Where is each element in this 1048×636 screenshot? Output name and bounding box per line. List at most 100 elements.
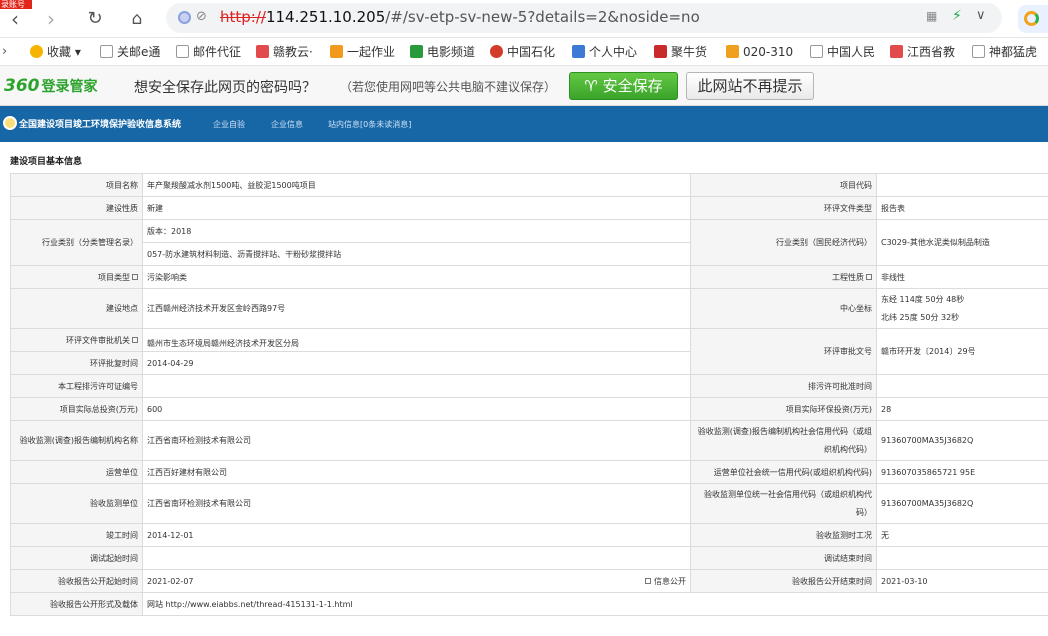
site-info-icon[interactable] xyxy=(178,11,191,24)
bookmark-item[interactable]: 邮件代征 xyxy=(176,42,246,62)
browser-logo-icon[interactable] xyxy=(1018,5,1048,33)
url-host: 114.251.10.205 xyxy=(265,8,386,26)
page-icon xyxy=(972,45,985,58)
permit-no-value xyxy=(142,374,691,398)
home-icon[interactable]: ⌂ xyxy=(126,8,148,30)
address-bar[interactable]: ⊘ http://114.251.10.205/#/sv-etp-sv-new-… xyxy=(166,3,1002,33)
nav-item-self-acceptance[interactable]: 企业自验 xyxy=(213,119,245,130)
back-icon[interactable]: ‹ xyxy=(4,8,26,30)
approval-time-value: 2014-04-29 xyxy=(142,351,691,375)
bookmark-item[interactable]: 江西省教 xyxy=(890,42,962,62)
completion-time-value: 2014-12-01 xyxy=(142,523,691,547)
bookmark-item[interactable]: 020-310 xyxy=(726,42,796,62)
qr-code-icon[interactable]: ▦ xyxy=(926,9,937,23)
nav-item-messages[interactable]: 站内信息[0条未读消息] xyxy=(328,119,411,130)
project-info-table: 项目名称 年产聚羧酸减水剂1500吨、益胶泥1500吨项目 项目代码 建设性质 … xyxy=(10,173,1048,616)
table-row: 建设性质 新建 环评文件类型 报告表 xyxy=(10,196,1048,220)
field-label: 工程性质 xyxy=(690,265,877,289)
bookmark-item[interactable]: 收藏 ▾ xyxy=(30,42,81,62)
url-scheme: http:// xyxy=(220,8,266,26)
field-label: 验收监测时工况 xyxy=(690,523,877,547)
site-icon xyxy=(890,45,903,58)
bookmark-item[interactable]: 个人中心 xyxy=(572,42,644,62)
center-coord-value: 东经 114度 50分 48秒 北纬 25度 50分 32秒 xyxy=(876,288,1048,329)
bookmarks-bar: › 收藏 ▾ 关邮e通 邮件代征 赣教云· 一起作业 电影频道 中国石化 个人中… xyxy=(0,38,1048,66)
bookmark-item[interactable]: 中国石化 xyxy=(490,42,558,62)
checkbox-icon xyxy=(645,578,651,584)
browser-toolbar: 录账号 ‹ › ↻ ⌂ ⊘ http://114.251.10.205/#/sv… xyxy=(0,0,1048,38)
national-emblem-icon xyxy=(3,116,17,130)
permit-time-value xyxy=(876,374,1048,398)
table-row: 运营单位 江西百好建材有限公司 运营单位社会统一信用代码(或组织机构代码) 91… xyxy=(10,460,1048,484)
bookmark-item[interactable]: 一起作业 xyxy=(330,42,398,62)
checkbox-icon xyxy=(866,273,872,280)
field-label: 运营单位 xyxy=(10,460,143,484)
bookmark-item[interactable]: 中国人民 xyxy=(810,42,878,62)
site-icon xyxy=(572,45,585,58)
field-label: 排污许可批准时间 xyxy=(690,374,877,398)
field-label: 行业类别（国民经济代码） xyxy=(690,219,877,266)
field-label: 运营单位社会统一信用代码(或组织机构代码) xyxy=(690,460,877,484)
field-label: 项目实际环保投资(万元) xyxy=(690,397,877,421)
project-type-value: 污染影响类 xyxy=(142,265,691,289)
url-text[interactable]: http://114.251.10.205/#/sv-etp-sv-new-5?… xyxy=(220,8,700,26)
field-label: 中心坐标 xyxy=(690,288,877,329)
never-remind-button[interactable]: 此网站不再提示 xyxy=(686,72,814,100)
site-icon xyxy=(330,45,343,58)
field-label: 验收报告公开形式及载体 xyxy=(10,592,143,616)
eia-doc-type-value: 报告表 xyxy=(876,196,1048,220)
debug-start-value xyxy=(142,546,691,570)
chevron-down-icon[interactable]: ∨ xyxy=(976,8,986,23)
field-label: 行业类别（分类管理名录） xyxy=(10,219,143,266)
industry-catalog-version: 版本：2018 xyxy=(142,219,691,243)
field-label: 环评文件类型 xyxy=(690,196,877,220)
safe-save-button[interactable]: ♈︎ 安全保存 xyxy=(569,72,678,100)
table-row: 验收监测单位 江西省南环检测技术有限公司 验收监测单位统一社会信用代码（或组织机… xyxy=(10,483,1048,524)
page-icon xyxy=(100,45,113,58)
field-label: 验收监测(调查)报告编制机构社会信用代码（或组织机构代码） xyxy=(690,420,877,461)
bookmark-item[interactable]: 神都猛虎 xyxy=(972,42,1044,62)
env-invest-value: 28 xyxy=(876,397,1048,421)
insecure-icon: ⊘ xyxy=(196,9,207,24)
latitude-value: 北纬 25度 50分 32秒 xyxy=(881,312,960,322)
chevron-right-icon[interactable]: › xyxy=(2,42,7,62)
field-label: 验收监测单位统一社会信用代码（或组织机构代码） xyxy=(690,483,877,524)
industry-econ-value: C3029-其他水泥类似制品制造 xyxy=(876,219,1048,266)
location-value: 江西赣州经济技术开发区金岭西路97号 xyxy=(142,288,691,329)
url-path: /#/sv-etp-sv-new-5?details=2&noside=no xyxy=(385,8,700,26)
reload-icon[interactable]: ↻ xyxy=(84,8,106,30)
publicity-form-value[interactable]: 网站 http://www.eiabbs.net/thread-415131-1… xyxy=(142,592,1048,616)
section-title: 建设项目基本信息 xyxy=(10,157,83,167)
password-manager-bar: 360 登录管家 想安全保存此网页的密码吗？ （若您使用网吧等公共电脑不建议保存）… xyxy=(0,66,1048,106)
monitor-org-value: 江西省南环检测技术有限公司 xyxy=(142,483,691,524)
field-label: 本工程排污许可证编号 xyxy=(10,374,143,398)
field-label: 项目类型 xyxy=(10,265,143,289)
table-row: 建设地点 江西赣州经济技术开发区金岭西路97号 中心坐标 东经 114度 50分… xyxy=(10,288,1048,329)
longitude-value: 东经 114度 50分 48秒 xyxy=(881,294,965,304)
monitor-condition-value: 无 xyxy=(876,523,1048,547)
lightning-icon[interactable]: ⚡ xyxy=(952,8,962,24)
field-label: 验收报告公开结束时间 xyxy=(690,569,877,593)
table-row: 行业类别（分类管理名录） 版本：2018 行业类别（国民经济代码） C3029-… xyxy=(10,219,1048,266)
forward-icon[interactable]: › xyxy=(40,8,62,30)
field-label: 验收监测单位 xyxy=(10,483,143,524)
site-icon xyxy=(726,45,739,58)
field-label: 调试结束时间 xyxy=(690,546,877,570)
bookmark-item[interactable]: 关邮e通 xyxy=(100,42,164,62)
checkbox-icon xyxy=(132,273,138,280)
table-row: 项目类型 污染影响类 工程性质 非线性 xyxy=(10,265,1048,289)
nav-item-company-info[interactable]: 企业信息 xyxy=(271,119,303,130)
engineering-nature-value: 非线性 xyxy=(876,265,1048,289)
project-code-value xyxy=(876,173,1048,197)
report-org-value: 江西省南环检测技术有限公司 xyxy=(142,420,691,461)
bookmark-item[interactable]: 聚牛货 xyxy=(654,42,718,62)
table-row: 竣工时间 2014-12-01 验收监测时工况 无 xyxy=(10,523,1048,547)
publicity-start-value: 2021-02-07 xyxy=(147,576,194,586)
bookmark-item[interactable]: 赣教云· xyxy=(256,42,320,62)
field-label: 环评批复时间 xyxy=(10,351,143,375)
password-save-note: （若您使用网吧等公共电脑不建议保存） xyxy=(340,80,557,94)
page-icon xyxy=(810,45,823,58)
bookmark-item[interactable]: 电影频道 xyxy=(410,42,480,62)
password-save-question: 想安全保存此网页的密码吗？ xyxy=(134,80,316,96)
field-label: 建设性质 xyxy=(10,196,143,220)
